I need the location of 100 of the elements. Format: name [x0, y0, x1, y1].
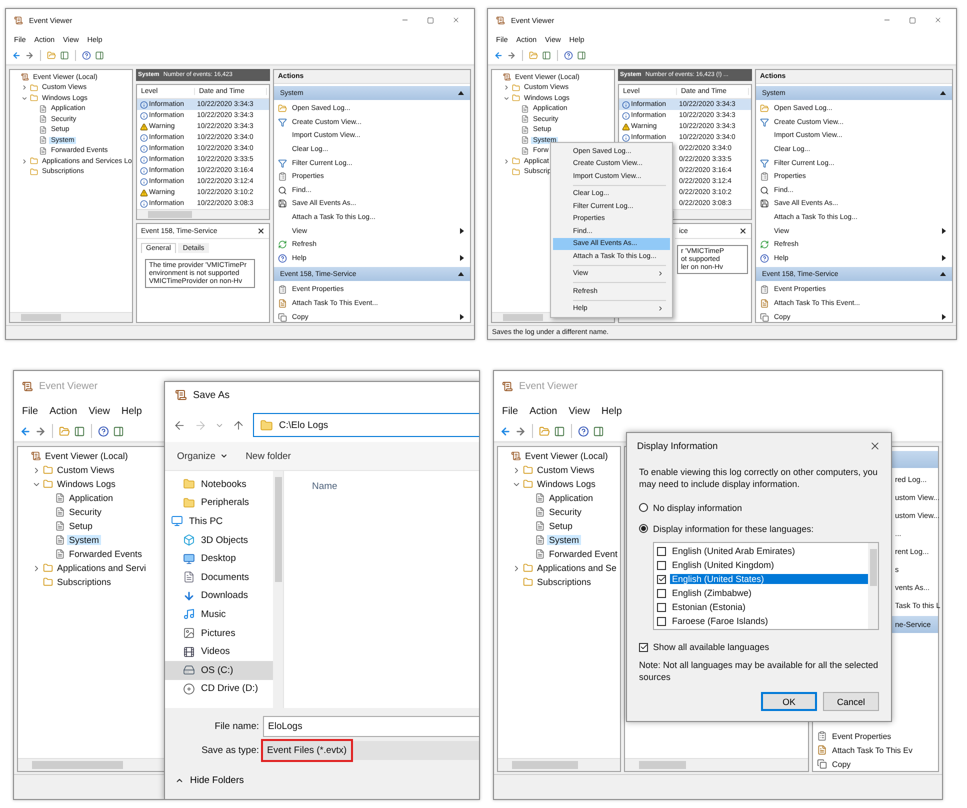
expand-chevron-icon[interactable]	[503, 84, 510, 92]
tree-item[interactable]: Subscriptions	[55, 577, 114, 587]
tree-item[interactable]: System	[547, 535, 582, 545]
log-icon	[39, 146, 47, 155]
pane-command[interactable]: Event Properties	[813, 729, 938, 743]
expand-chevron-icon[interactable]	[503, 158, 510, 165]
vertical-scrollbar[interactable]	[868, 543, 878, 630]
collapse-arrow-icon[interactable]	[458, 272, 464, 276]
navigation-item[interactable]: Peripherals	[165, 494, 273, 512]
toolbar-button[interactable]: Organize	[177, 448, 228, 464]
tree-item[interactable]: Security	[67, 507, 104, 517]
checkbox[interactable]	[639, 642, 648, 652]
horizontal-scrollbar[interactable]	[137, 209, 269, 219]
tree-item[interactable]: Event Viewer (Local)	[523, 451, 610, 461]
horizontal-scrollbar[interactable]	[498, 758, 620, 771]
log-icon	[39, 104, 47, 113]
tree-item[interactable]: Applications and Servi	[55, 563, 148, 573]
menu-item[interactable]: File	[22, 406, 38, 416]
tree-item[interactable]: Setup	[547, 521, 575, 531]
collapse-arrow-icon[interactable]	[940, 91, 946, 95]
navigation-item[interactable]: Notebooks	[165, 475, 273, 494]
horizontal-scrollbar[interactable]	[10, 312, 132, 322]
dialog-button[interactable]: Cancel	[823, 692, 879, 711]
pane-command[interactable]: Attach Task To This Ev	[813, 743, 938, 757]
note-text: Note: Not all languages may be available for all the selected sources	[639, 660, 879, 684]
tree-item[interactable]: Setup	[67, 521, 95, 531]
menu-item[interactable]: Action	[529, 406, 558, 416]
hide-folders-button[interactable]: Hide Folders	[165, 775, 244, 786]
navigation-item[interactable]: Desktop	[165, 549, 273, 568]
toolbar-button[interactable]: New folder	[246, 448, 291, 464]
navigation-item[interactable]: Documents	[165, 568, 273, 587]
refresh-icon	[278, 240, 287, 250]
tree-item[interactable]: Event Viewer (Local)	[43, 451, 130, 461]
properties-icon	[817, 731, 827, 741]
navigation-item[interactable]: Pictures	[165, 624, 273, 642]
language-item[interactable]: English (Zimbabwe)	[670, 588, 868, 598]
tree-item[interactable]: Application	[547, 493, 596, 503]
navigation-item[interactable]: 3D Objects	[165, 530, 273, 550]
app-icon	[14, 16, 23, 24]
checkbox[interactable]	[657, 588, 666, 598]
collapse-chevron-icon[interactable]	[21, 94, 28, 102]
expand-chevron-icon[interactable]	[512, 466, 521, 474]
checkbox[interactable]	[657, 560, 666, 570]
column-header[interactable]: Name	[294, 475, 338, 492]
collapse-arrow-icon[interactable]	[458, 91, 464, 95]
radio-button[interactable]	[639, 503, 648, 512]
close-icon	[739, 227, 747, 235]
pane-command[interactable]: Copy	[813, 757, 938, 771]
navigation-item[interactable]: Music	[165, 605, 273, 624]
radio-label: No display information	[653, 502, 742, 513]
panel-icon	[577, 51, 586, 60]
navigation-item[interactable]: Videos	[165, 642, 273, 661]
tree-item[interactable]: Forwarded Events	[67, 549, 144, 559]
tree-item[interactable]: Custom Views	[535, 465, 596, 475]
collapse-arrow-icon[interactable]	[940, 272, 946, 276]
tree-item[interactable]: Windows Logs	[535, 479, 598, 489]
menu-item[interactable]: Help	[121, 406, 142, 416]
tree-item[interactable]: Applications and Se	[535, 563, 619, 573]
checkbox[interactable]	[657, 546, 666, 556]
navigation-item[interactable]: Downloads	[165, 586, 273, 606]
language-item[interactable]: Estonian (Estonia)	[670, 602, 868, 612]
tree-item[interactable]: System	[67, 535, 102, 545]
address-field[interactable]: C:\Elo Logs	[253, 413, 479, 437]
tree-item[interactable]: Custom Views	[55, 465, 116, 475]
tree-item[interactable]: Forwarded Event	[547, 549, 620, 559]
checkbox[interactable]	[657, 616, 666, 626]
log-icon	[521, 146, 529, 155]
horizontal-scrollbar[interactable]	[625, 758, 808, 771]
expand-chevron-icon[interactable]	[21, 158, 28, 165]
tree-item[interactable]: Security	[547, 507, 584, 517]
tree-item[interactable]: Application	[67, 493, 116, 503]
vertical-scrollbar[interactable]	[273, 471, 283, 708]
tree-item[interactable]: Subscriptions	[535, 577, 594, 587]
expand-chevron-icon[interactable]	[21, 84, 28, 92]
dialog-button[interactable]: OK	[761, 692, 817, 711]
menu-item[interactable]: File	[502, 406, 518, 416]
expand-chevron-icon[interactable]	[32, 564, 41, 572]
language-item[interactable]: English (United Kingdom)	[670, 560, 868, 570]
menu-item[interactable]: Action	[49, 406, 78, 416]
menu-item[interactable]: View	[568, 406, 590, 416]
menu-item[interactable]: Help	[601, 406, 622, 416]
expand-chevron-icon[interactable]	[32, 466, 41, 474]
expand-chevron-icon[interactable]	[512, 564, 521, 572]
folder-icon	[523, 577, 533, 587]
tree-item[interactable]: Windows Logs	[55, 479, 118, 489]
navigation-item[interactable]: OS (C:)	[165, 660, 273, 680]
language-item[interactable]: English (United Arab Emirates)	[670, 546, 868, 556]
save-type-dropdown[interactable]: Event Files (*.evtx)	[263, 741, 479, 760]
file-name-field[interactable]: EloLogs	[263, 716, 479, 737]
menu-item[interactable]: View	[88, 406, 110, 416]
folder-icon	[30, 157, 38, 166]
collapse-chevron-icon[interactable]	[503, 94, 510, 102]
radio-button[interactable]	[639, 524, 648, 534]
checkbox[interactable]	[657, 574, 666, 584]
navigation-item[interactable]: CD Drive (D:)	[165, 680, 273, 698]
navigation-item[interactable]: This PC	[165, 512, 273, 531]
checkbox[interactable]	[657, 602, 666, 612]
language-item[interactable]: Faroese (Faroe Islands)	[670, 616, 868, 626]
language-item[interactable]: English (United States)	[670, 574, 868, 584]
folder-icon	[43, 465, 53, 475]
